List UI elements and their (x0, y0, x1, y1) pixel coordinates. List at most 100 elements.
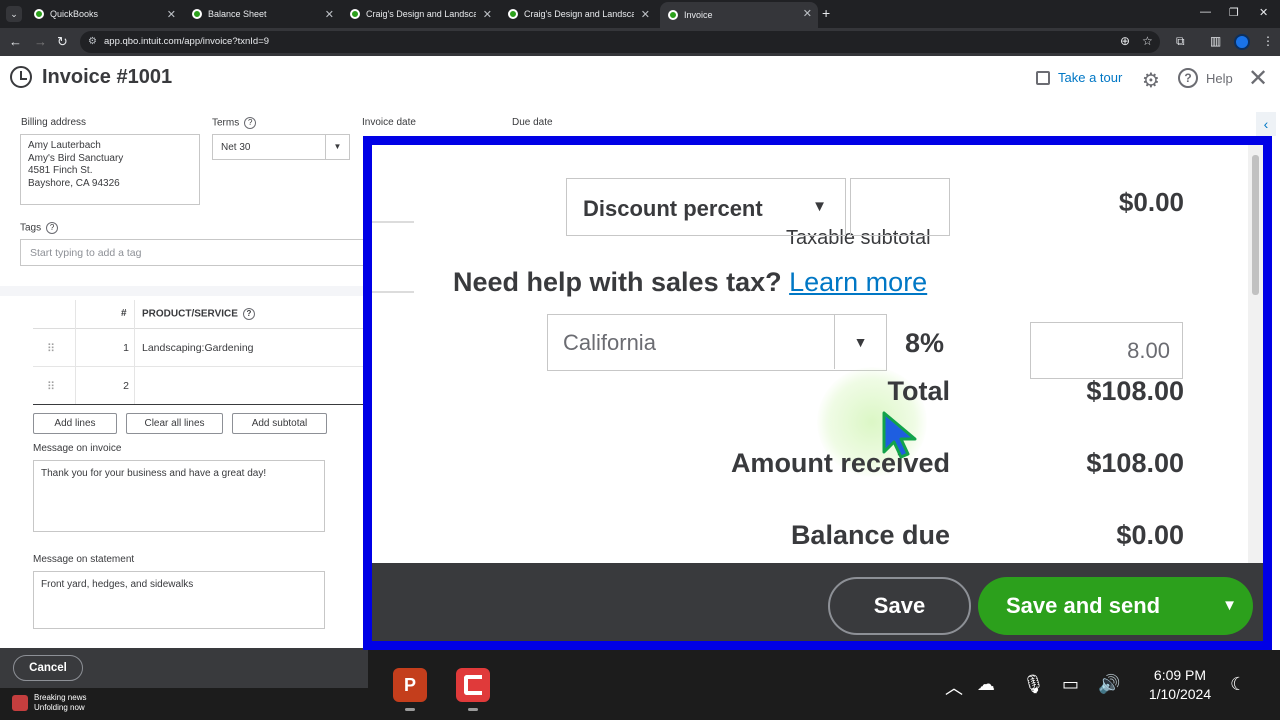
zoom-icon[interactable]: ⊕ (1120, 34, 1130, 48)
back-icon[interactable]: ← (9, 34, 22, 49)
help-button[interactable]: ? Help (1178, 68, 1233, 88)
tab-craigs-design-2[interactable]: Craig's Design and Landscaping ✕ (500, 3, 656, 25)
save-button[interactable]: Save (828, 577, 971, 635)
qb-favicon-icon (34, 9, 44, 19)
scrollbar[interactable] (1248, 145, 1263, 563)
discount-type-select[interactable]: Discount percent ▼ (566, 178, 846, 236)
message-statement-label: Message on statement (33, 554, 135, 565)
close-tab-icon[interactable]: ✕ (167, 8, 176, 21)
add-subtotal-button[interactable]: Add subtotal (232, 413, 327, 434)
message-invoice-label: Message on invoice (33, 443, 122, 454)
billing-address-label: Billing address (21, 117, 87, 128)
take-tour-link[interactable]: Take a tour (1036, 70, 1122, 85)
extensions-icon[interactable]: ⧉ (1176, 34, 1185, 49)
qb-favicon-icon (508, 9, 518, 19)
chevron-down-icon: ▼ (325, 135, 349, 159)
notifications-icon[interactable]: ☾ (1230, 674, 1246, 695)
due-date-label: Due date (512, 117, 553, 128)
tour-icon (1036, 70, 1050, 85)
learn-more-link[interactable]: Learn more (789, 267, 927, 297)
drag-handle-icon[interactable]: ⠿ (47, 380, 55, 393)
tab-craigs-design-1[interactable]: Craig's Design and Landscaping ✕ (342, 3, 498, 25)
discount-amount: $0.00 (1118, 187, 1184, 217)
help-circle-icon[interactable]: ? (242, 308, 255, 320)
help-icon: ? (1178, 68, 1198, 88)
gear-icon[interactable]: ⚙ (1142, 68, 1160, 93)
col-num-header: # (121, 308, 127, 319)
microphone-icon[interactable]: 🎙 (1022, 674, 1045, 695)
sidepanel-icon[interactable]: ▥ (1210, 34, 1221, 48)
add-lines-button[interactable]: Add lines (33, 413, 117, 434)
reload-icon[interactable]: ↻ (57, 34, 68, 50)
tab-balance-sheet[interactable]: Balance Sheet ✕ (184, 3, 340, 25)
minimize-icon[interactable]: — (1200, 6, 1211, 18)
close-tab-icon[interactable]: ✕ (483, 8, 492, 21)
news-widget[interactable]: Breaking news Unfolding now (12, 693, 86, 713)
chevron-down-icon: ▼ (812, 198, 827, 215)
chevron-left-icon[interactable]: ‹ (1256, 112, 1276, 136)
total-value: $108.00 (1086, 376, 1184, 406)
cloud-icon[interactable]: ☁ (977, 674, 995, 695)
forward-icon[interactable]: → (34, 34, 47, 49)
invoice-date-label: Invoice date (362, 117, 416, 128)
balance-due-value: $0.00 (1116, 520, 1184, 550)
amount-received-value: $108.00 (1086, 448, 1184, 478)
window-close-icon[interactable]: ✕ (1259, 6, 1268, 19)
bookmark-star-icon[interactable]: ☆ (1142, 34, 1153, 48)
volume-icon[interactable]: 🔊 (1098, 674, 1120, 695)
table-row[interactable]: ⠿ 1 Landscaping:Gardening (33, 329, 366, 367)
close-tab-icon[interactable]: ✕ (325, 8, 334, 21)
tab-invoice[interactable]: Invoice ✕ (660, 2, 818, 28)
sales-tax-help-text: Need help with sales tax? Learn more (453, 267, 928, 297)
camtasia-icon[interactable] (456, 668, 490, 702)
drag-handle-icon[interactable]: ⠿ (47, 342, 55, 355)
network-icon[interactable]: ▭ (1062, 674, 1079, 695)
divider (372, 291, 414, 293)
save-and-send-button[interactable]: Save and send ▼ (978, 577, 1253, 635)
close-tab-icon[interactable]: ✕ (803, 7, 812, 20)
invoice-header: Invoice #1001 Take a tour ⚙ ? Help ✕ (0, 56, 1280, 100)
close-icon[interactable]: ✕ (1248, 64, 1268, 93)
profile-avatar[interactable] (1234, 34, 1250, 50)
news-icon (12, 695, 28, 711)
terms-select[interactable]: Net 30 ▼ (212, 134, 350, 160)
message-invoice-field[interactable]: Thank you for your business and have a g… (33, 460, 325, 532)
help-circle-icon[interactable]: ? (46, 222, 59, 234)
browser-address-bar: ← → ↻ ⚙ app.qbo.intuit.com/app/invoice?t… (0, 28, 1280, 56)
balance-due-label: Balance due (790, 520, 950, 550)
table-header: # PRODUCT/SERVICE? (33, 300, 366, 329)
message-statement-field[interactable]: Front yard, hedges, and sidewalks (33, 571, 325, 629)
chevron-down-icon: ▼ (834, 315, 886, 369)
zoomed-totals-panel: Taxable subtotal Discount percent ▼ $0.0… (372, 145, 1263, 641)
app-running-indicator (405, 708, 415, 711)
tab-search-icon[interactable]: ⌄ (6, 6, 22, 22)
browser-menu-icon[interactable]: ⋮ (1262, 34, 1274, 48)
system-clock[interactable]: 6:09 PM 1/10/2024 (1142, 666, 1218, 704)
site-info-icon[interactable]: ⚙ (88, 31, 97, 53)
powerpoint-icon[interactable]: P (393, 668, 427, 702)
history-icon[interactable] (10, 66, 32, 88)
cancel-button[interactable]: Cancel (13, 655, 83, 681)
scrollbar-thumb[interactable] (1252, 155, 1259, 295)
tags-input[interactable]: Start typing to add a tag (20, 239, 366, 266)
table-row[interactable]: ⠿ 2 (33, 367, 366, 405)
chevron-down-icon[interactable]: ▼ (1222, 577, 1237, 635)
qb-favicon-icon (350, 9, 360, 19)
app-running-indicator (468, 708, 478, 711)
discount-value-input[interactable] (850, 178, 950, 236)
maximize-icon[interactable]: ❐ (1229, 6, 1239, 19)
table-bottom-border (33, 404, 366, 405)
tax-region-select[interactable]: California ▼ (547, 314, 887, 371)
url-field[interactable]: ⚙ app.qbo.intuit.com/app/invoice?txnId=9 (80, 31, 1160, 53)
tax-amount-input[interactable]: 8.00 (1030, 322, 1183, 379)
mouse-cursor-icon (882, 411, 917, 459)
tags-label: Tags? (20, 222, 59, 234)
new-tab-icon[interactable]: + (822, 5, 830, 21)
tab-quickbooks[interactable]: QuickBooks ✕ (26, 3, 182, 25)
close-tab-icon[interactable]: ✕ (641, 8, 650, 21)
help-circle-icon[interactable]: ? (244, 117, 257, 129)
billing-address-field[interactable]: Amy Lauterbach Amy's Bird Sanctuary 4581… (20, 134, 200, 205)
chevron-up-icon[interactable]: ︿ (945, 674, 963, 700)
clear-all-lines-button[interactable]: Clear all lines (126, 413, 223, 434)
qb-favicon-icon (192, 9, 202, 19)
